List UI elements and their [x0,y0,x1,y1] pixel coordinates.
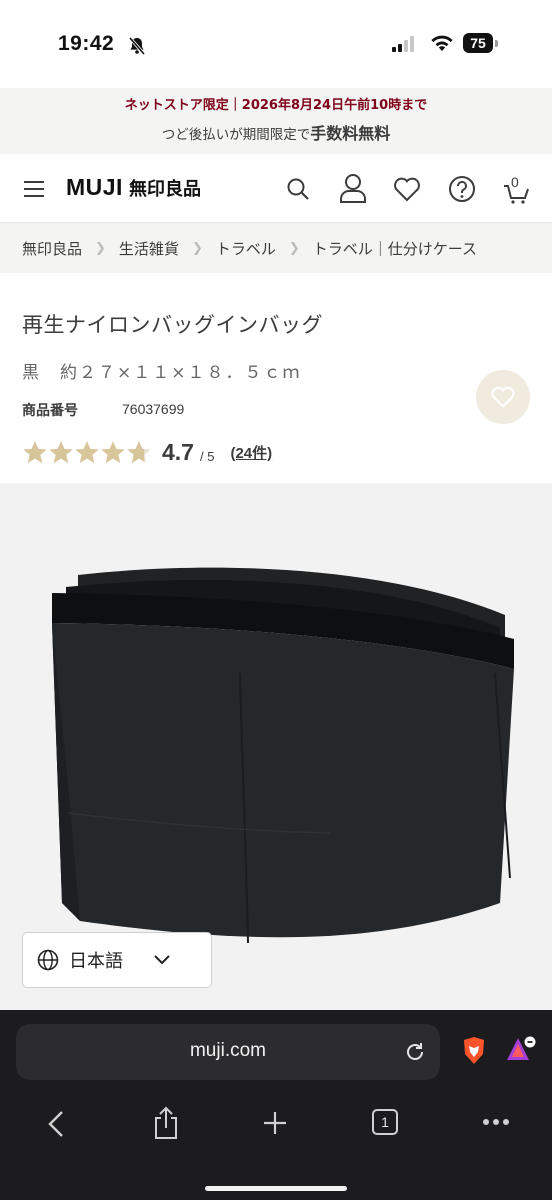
language-label: 日本語 [69,951,123,972]
reload-icon[interactable] [404,1041,426,1063]
brave-shield-icon[interactable] [461,1036,487,1066]
tab-count-button[interactable]: 1 [372,1109,398,1135]
review-count-link[interactable]: (24件) [230,442,272,463]
chevron-right-icon: ❯ [95,240,106,256]
breadcrumb: 無印良品 ❯ 生活雑貨 ❯ トラベル ❯ トラベル｜仕分けケース [0,223,552,273]
rating-max: / 5 [199,448,215,464]
logo-text: MUJI [66,174,123,200]
breadcrumb-item-travel-case[interactable]: トラベル｜仕分けケース [313,238,477,259]
new-tab-icon[interactable] [262,1110,288,1136]
menu-icon[interactable] [24,180,46,198]
help-icon[interactable] [448,175,476,203]
account-icon[interactable] [339,173,367,203]
brave-rewards-icon[interactable] [505,1034,537,1066]
rating-score: 4.7 [162,438,194,465]
rating-stars [22,440,152,465]
star-icon [101,440,125,463]
share-icon[interactable] [152,1106,180,1140]
promo-line-2: つど後払いが期間限定で手数料無料 [0,120,552,144]
cart-icon [504,185,529,204]
site-header: MUJI 無印良品 0 [0,154,552,223]
battery-icon: 75 [463,33,493,53]
promo-banner[interactable]: ネットストア限定｜2026年8月24日午前10時まで つど後払いが期間限定で手数… [0,88,552,154]
language-selector[interactable]: 日本語 [22,932,212,988]
favorite-icon[interactable] [393,176,421,202]
status-bar: 19:42 75 [0,0,552,88]
search-icon[interactable] [286,177,310,201]
logo-jp-text: 無印良品 [128,179,201,200]
url-text: muji.com [189,1040,266,1061]
promo-line-1: ネットストア限定｜2026年8月24日午前10時まで [124,98,428,113]
breadcrumb-item-travel[interactable]: トラベル [216,238,276,259]
back-icon[interactable] [46,1110,66,1138]
star-icon [23,440,47,463]
signal-icon [392,36,414,52]
product-title: 再生ナイロンバッグインバッグ [22,313,323,337]
wifi-icon [431,35,453,51]
battery-cap [495,40,498,47]
heart-icon [491,386,515,408]
favorite-button[interactable] [476,370,530,424]
more-icon[interactable] [482,1118,510,1126]
rating: 4.7 / 5 (24件) [22,436,272,468]
star-icon [127,440,151,463]
home-indicator [205,1186,347,1191]
product-number-label: 商品番号 [22,403,78,419]
product-number: 76037699 [122,401,185,417]
product-variant: 黒 約２７×１１×１８．５ｃｍ [22,363,302,383]
muji-logo[interactable]: MUJI 無印良品 [66,174,201,201]
promo-highlight: 手数料無料 [310,124,391,143]
star-icon [49,440,73,463]
address-bar[interactable]: muji.com [16,1024,440,1080]
star-icon [75,440,99,463]
chevron-right-icon: ❯ [191,240,203,256]
cart-button[interactable]: 0 [502,174,532,206]
breadcrumb-item-daily-goods[interactable]: 生活雑貨 [119,238,179,259]
chevron-down-icon [154,955,170,965]
silent-bell-icon [128,36,146,56]
promo-line-2-text: つど後払いが期間限定で [161,127,311,143]
breadcrumb-item-home[interactable]: 無印良品 [22,238,82,259]
clock: 19:42 [58,32,115,55]
globe-icon [37,949,59,971]
chevron-right-icon: ❯ [288,240,300,256]
